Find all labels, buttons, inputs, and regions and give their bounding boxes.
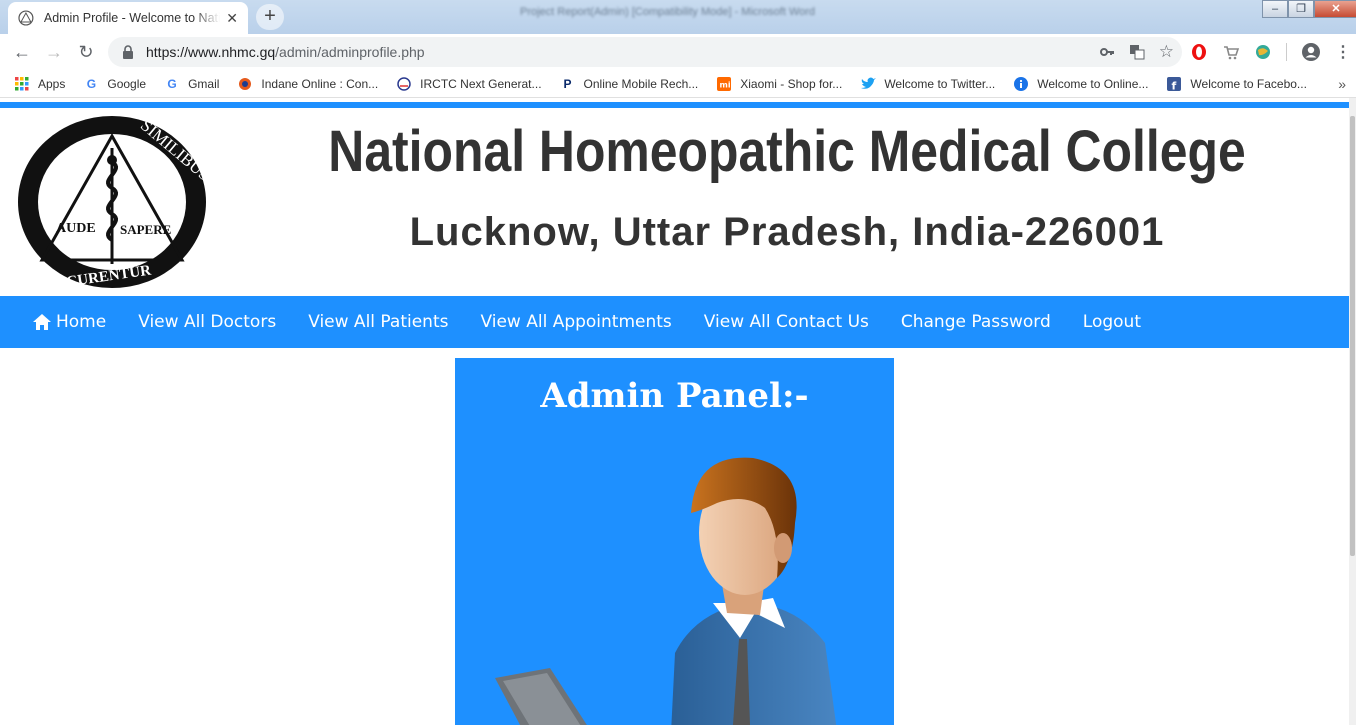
nav-view-all-patients[interactable]: View All Patients — [292, 312, 464, 332]
bookmark-label: Welcome to Facebo... — [1190, 76, 1307, 91]
cart-extension-icon[interactable] — [1222, 43, 1240, 61]
bookmark-label: Gmail — [188, 76, 220, 91]
bookmark-label: Xiaomi - Shop for... — [740, 76, 843, 91]
browser-toolbar: ← → ↻ https://www.nhmc.gq/admin/adminpro… — [0, 34, 1356, 70]
translate-icon[interactable] — [1129, 44, 1145, 60]
info-icon — [1013, 76, 1029, 92]
top-accent-line — [0, 102, 1349, 108]
bookmark-label: Welcome to Twitter... — [884, 76, 996, 91]
bookmark-item[interactable]: P Online Mobile Rech... — [560, 76, 699, 92]
svg-text:mi: mi — [720, 80, 731, 89]
main-nav: Home View All Doctors View All Patients … — [0, 296, 1349, 348]
forward-icon[interactable]: → — [38, 36, 70, 68]
bookmark-item[interactable]: Welcome to Twitter... — [860, 76, 995, 92]
indane-icon — [237, 76, 253, 92]
bookmark-label: IRCTC Next Generat... — [420, 76, 542, 91]
svg-text:f: f — [1172, 79, 1177, 91]
apps-grid-icon — [14, 76, 30, 92]
bookmarks-bar: Apps G Google G Gmail Indane Online : Con... I… — [0, 70, 1356, 98]
opera-extension-icon[interactable] — [1190, 43, 1208, 61]
paytm-icon: P — [563, 76, 572, 91]
nav-view-all-doctors[interactable]: View All Doctors — [122, 312, 292, 332]
menu-kebab-icon[interactable]: ⋮ — [1335, 42, 1351, 62]
bookmark-label: Online Mobile Rech... — [583, 76, 699, 91]
bookmark-label: Welcome to Online... — [1037, 76, 1149, 91]
window-title: Project Report(Admin) [Compatibility Mod… — [520, 6, 816, 18]
twitter-icon — [860, 76, 877, 92]
scrollbar-thumb[interactable] — [1350, 116, 1355, 556]
bookmark-item[interactable]: Apps — [14, 76, 65, 92]
bookmark-label: Google — [107, 76, 147, 91]
bookmark-star-icon[interactable]: ☆ — [1159, 42, 1174, 62]
home-icon — [33, 314, 51, 330]
nav-view-all-appointments[interactable]: View All Appointments — [464, 312, 687, 332]
restore-icon[interactable]: ❐ — [1288, 0, 1314, 18]
nav-logout[interactable]: Logout — [1067, 312, 1157, 332]
google-icon: G — [167, 76, 177, 91]
bookmark-item[interactable]: G Gmail — [164, 76, 219, 92]
irctc-icon — [396, 76, 412, 92]
address-bar[interactable]: https://www.nhmc.gq/admin/adminprofile.p… — [108, 37, 1182, 67]
facebook-icon: f — [1166, 76, 1182, 92]
tab-title: Admin Profile - Welcome to National Home… — [43, 11, 221, 25]
close-tab-icon[interactable]: ✕ — [226, 10, 238, 27]
bookmark-item[interactable]: Welcome to Online... — [1013, 76, 1148, 92]
browser-tabstrip: Project Report(Admin) [Compatibility Mod… — [0, 0, 1356, 34]
admin-panel: Admin Panel:- — [455, 358, 894, 725]
admin-avatar-illustration — [495, 457, 837, 725]
admin-panel-title: Admin Panel:- — [540, 376, 809, 416]
page-scrollbar[interactable] — [1349, 98, 1356, 725]
globe-extension-icon[interactable] — [1254, 43, 1272, 61]
key-icon[interactable] — [1099, 44, 1115, 60]
reload-icon[interactable]: ↻ — [70, 36, 102, 68]
nav-home[interactable]: Home — [16, 312, 122, 332]
college-logo: AUDE SAPERE SIMILIA SIMILIBUS CURENTUR — [18, 116, 208, 290]
page-title: National Homeopathic Medical College — [328, 119, 1246, 184]
google-icon: G — [86, 76, 97, 91]
nav-view-all-contact-us[interactable]: View All Contact Us — [688, 312, 885, 332]
logo-text-left: AUDE — [56, 221, 96, 236]
bookmark-item[interactable]: mi Xiaomi - Shop for... — [716, 76, 842, 92]
bookmark-label: Indane Online : Con... — [261, 76, 379, 91]
bookmarks-overflow-icon[interactable]: » — [1338, 76, 1346, 92]
bookmark-item[interactable]: G Google — [83, 76, 146, 92]
bookmark-item[interactable]: f Welcome to Facebo... — [1166, 76, 1307, 92]
back-icon[interactable]: ← — [6, 36, 38, 68]
browser-tab[interactable]: Admin Profile - Welcome to National Home… — [8, 2, 248, 34]
profile-avatar-icon[interactable] — [1301, 42, 1321, 62]
lock-icon — [123, 45, 133, 59]
site-favicon-icon — [18, 10, 34, 26]
page-content: AUDE SAPERE SIMILIA SIMILIBUS CURENTUR N… — [0, 98, 1349, 725]
logo-text-right: SAPERE — [120, 222, 171, 237]
window-close-icon[interactable]: ✕ — [1314, 0, 1356, 18]
bookmark-item[interactable]: Indane Online : Con... — [237, 76, 378, 92]
page-subtitle: Lucknow, Uttar Pradesh, India-226001 — [409, 210, 1165, 254]
minimize-icon[interactable]: – — [1262, 0, 1288, 18]
bookmark-item[interactable]: IRCTC Next Generat... — [396, 76, 542, 92]
bookmark-label: Apps — [38, 76, 66, 91]
new-tab-button[interactable]: + — [256, 4, 284, 30]
url-text: https://www.nhmc.gq/admin/adminprofile.p… — [146, 44, 425, 60]
mi-icon: mi — [716, 76, 732, 92]
nav-change-password[interactable]: Change Password — [885, 312, 1067, 332]
window-controls: – ❐ ✕ — [1262, 0, 1356, 18]
nav-home-label: Home — [56, 312, 107, 332]
